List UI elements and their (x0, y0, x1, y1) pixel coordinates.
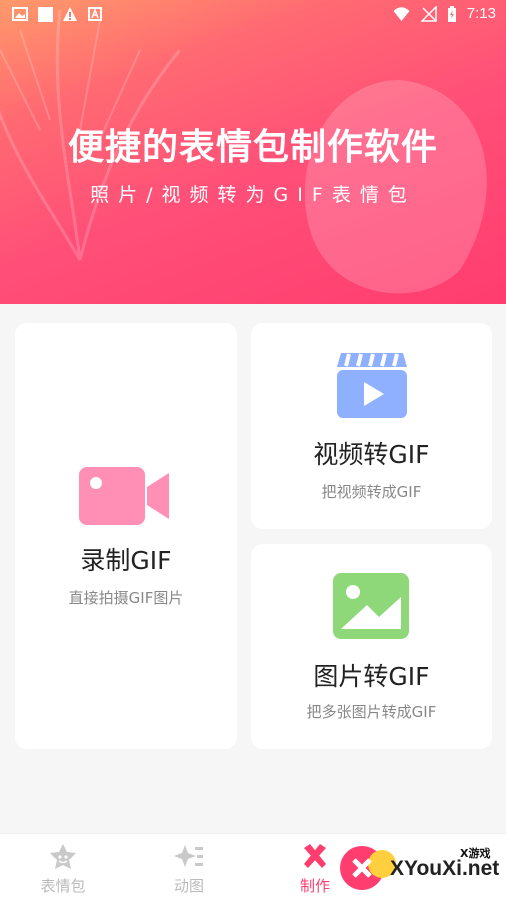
clapperboard-icon (337, 353, 407, 418)
header-banner: 7:13 便捷的表情包制作软件 照片/视频转为GIF表情包 (0, 0, 506, 304)
sparkle-list-icon (174, 845, 203, 867)
video-camera-icon (79, 467, 169, 525)
banner-subtitle: 照片/视频转为GIF表情包 (90, 184, 416, 206)
record-gif-card[interactable]: 录制GIF 直接拍摄GIF图片 (15, 323, 237, 749)
tab-animations[interactable]: 动图 (126, 834, 252, 900)
watermark-text: XYouXi.net (390, 857, 500, 880)
wifi-icon (393, 6, 410, 21)
record-gif-title: 录制GIF (80, 546, 172, 575)
status-bar: 7:13 (0, 0, 506, 30)
tab-emoji-packs-label: 表情包 (40, 877, 86, 895)
no-signal-icon (420, 5, 437, 22)
video-to-gif-subtitle: 把视频转成GIF (321, 483, 422, 501)
tools-icon (304, 844, 326, 868)
picture-icon (333, 573, 409, 639)
warning-icon (63, 7, 77, 21)
square-notification-icon (38, 7, 53, 22)
emoji-star-icon (50, 844, 76, 869)
banner-title: 便捷的表情包制作软件 (67, 127, 438, 168)
image-notification-icon (12, 7, 28, 21)
tab-emoji-packs[interactable]: 表情包 (0, 834, 126, 900)
notification-icons (12, 6, 103, 22)
battery-charging-icon (447, 5, 456, 22)
system-status: 7:13 (392, 5, 496, 22)
tab-animations-label: 动图 (173, 877, 204, 895)
record-gif-subtitle: 直接拍摄GIF图片 (68, 589, 184, 607)
image-to-gif-subtitle: 把多张图片转成GIF (306, 703, 437, 721)
video-to-gif-title: 视频转GIF (313, 440, 430, 469)
app-notification-icon (88, 7, 102, 21)
image-to-gif-title: 图片转GIF (313, 662, 430, 691)
image-to-gif-card[interactable]: 图片转GIF 把多张图片转成GIF (251, 544, 492, 749)
clock: 7:13 (466, 5, 496, 22)
video-to-gif-card[interactable]: 视频转GIF 把视频转成GIF (251, 323, 492, 529)
